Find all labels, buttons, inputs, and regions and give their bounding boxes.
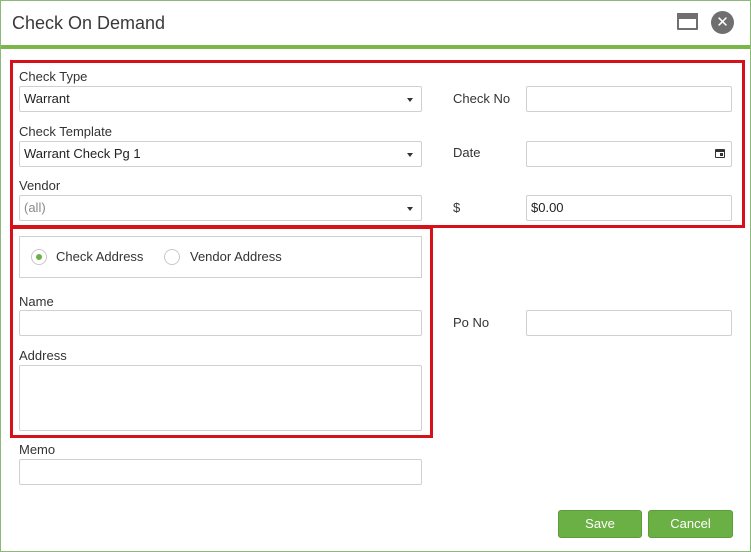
- close-icon[interactable]: ✕: [711, 11, 734, 34]
- po-no-input[interactable]: [526, 310, 732, 336]
- cancel-button[interactable]: Cancel: [648, 510, 733, 538]
- memo-input[interactable]: [19, 459, 422, 485]
- dialog-title: Check On Demand: [12, 13, 166, 33]
- dialog-titlebar: Check On Demand ✕: [1, 1, 750, 49]
- highlight-box-top: [10, 60, 745, 228]
- window-maximize-icon[interactable]: [677, 13, 698, 30]
- check-on-demand-dialog: Check On Demand ✕ Check Type Warrant Che…: [0, 0, 751, 552]
- po-no-label: Po No: [453, 315, 490, 330]
- memo-label: Memo: [19, 442, 56, 457]
- save-button[interactable]: Save: [558, 510, 642, 538]
- highlight-box-address: [10, 226, 433, 438]
